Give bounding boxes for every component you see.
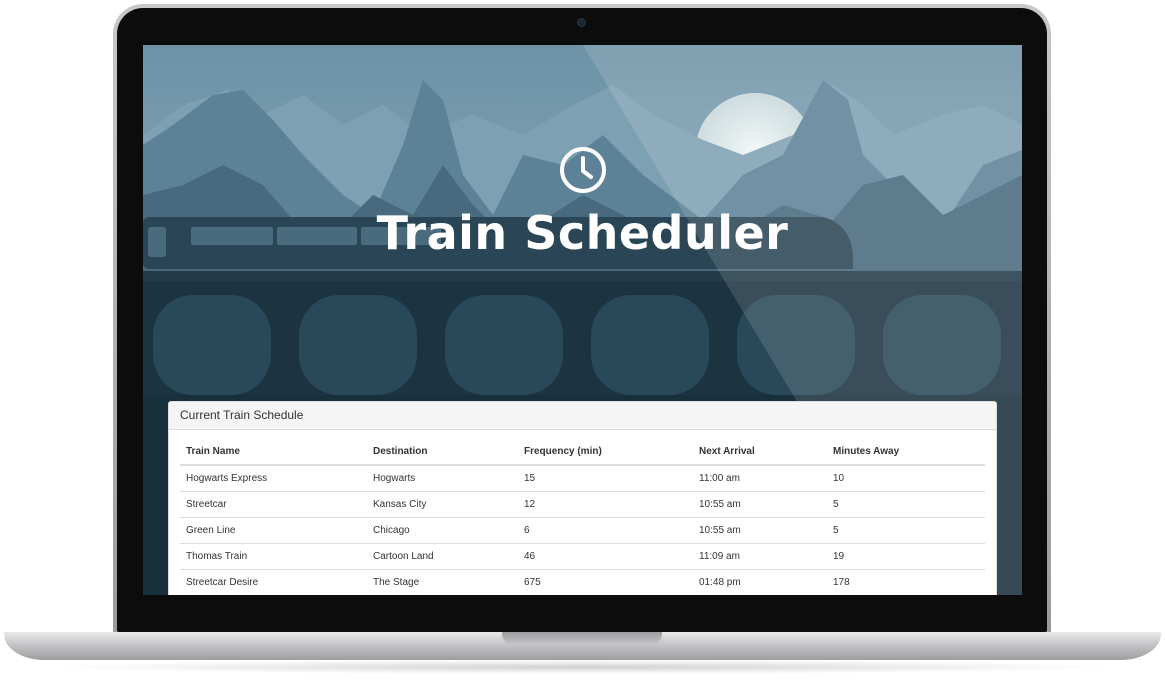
cell-minutes-away: 19 — [827, 543, 985, 570]
table-row: Thomas Train Cartoon Land 46 11:09 am 19 — [180, 543, 985, 570]
cell-destination: Hogwarts — [367, 465, 518, 492]
cell-train-name: Hogwarts Express — [180, 465, 367, 492]
cell-next-arrival: 11:00 am — [693, 465, 827, 492]
cell-minutes-away: 178 — [827, 569, 985, 595]
screen: Train Scheduler Current Train Schedule T… — [143, 45, 1022, 595]
laptop-shadow — [40, 660, 1125, 674]
panel-heading: Current Train Schedule — [169, 402, 996, 430]
cell-destination: The Stage — [367, 569, 518, 595]
cell-minutes-away: 5 — [827, 491, 985, 518]
table-row: Streetcar Desire The Stage 675 01:48 pm … — [180, 569, 985, 595]
cell-next-arrival: 10:55 am — [693, 491, 827, 518]
column-header-train-name: Train Name — [180, 439, 367, 466]
column-header-frequency: Frequency (min) — [518, 439, 693, 466]
cell-frequency: 12 — [518, 491, 693, 518]
clock-icon — [558, 145, 608, 195]
cell-frequency: 6 — [518, 517, 693, 544]
table-row: Green Line Chicago 6 10:55 am 5 — [180, 517, 985, 544]
cell-minutes-away: 10 — [827, 465, 985, 492]
schedule-panel: Current Train Schedule Train Name Destin… — [168, 401, 997, 595]
schedule-table: Train Name Destination Frequency (min) N… — [180, 439, 985, 595]
cell-minutes-away: 5 — [827, 517, 985, 544]
cell-next-arrival: 11:09 am — [693, 543, 827, 570]
table-row: Hogwarts Express Hogwarts 15 11:00 am 10 — [180, 465, 985, 492]
cell-destination: Chicago — [367, 517, 518, 544]
laptop-base-notch — [502, 632, 662, 644]
page-title: Train Scheduler — [376, 206, 789, 260]
cell-frequency: 675 — [518, 569, 693, 595]
cell-train-name: Streetcar Desire — [180, 569, 367, 595]
column-header-minutes-away: Minutes Away — [827, 439, 985, 466]
table-header-row: Train Name Destination Frequency (min) N… — [180, 439, 985, 466]
cell-train-name: Thomas Train — [180, 543, 367, 570]
cell-next-arrival: 10:55 am — [693, 517, 827, 544]
column-header-next-arrival: Next Arrival — [693, 439, 827, 466]
hero-header: Train Scheduler — [143, 145, 1022, 260]
camera-icon — [577, 18, 586, 27]
cell-frequency: 15 — [518, 465, 693, 492]
cell-frequency: 46 — [518, 543, 693, 570]
cell-destination: Kansas City — [367, 491, 518, 518]
cell-destination: Cartoon Land — [367, 543, 518, 570]
table-row: Streetcar Kansas City 12 10:55 am 5 — [180, 491, 985, 518]
cell-next-arrival: 01:48 pm — [693, 569, 827, 595]
cell-train-name: Green Line — [180, 517, 367, 544]
column-header-destination: Destination — [367, 439, 518, 466]
cell-train-name: Streetcar — [180, 491, 367, 518]
